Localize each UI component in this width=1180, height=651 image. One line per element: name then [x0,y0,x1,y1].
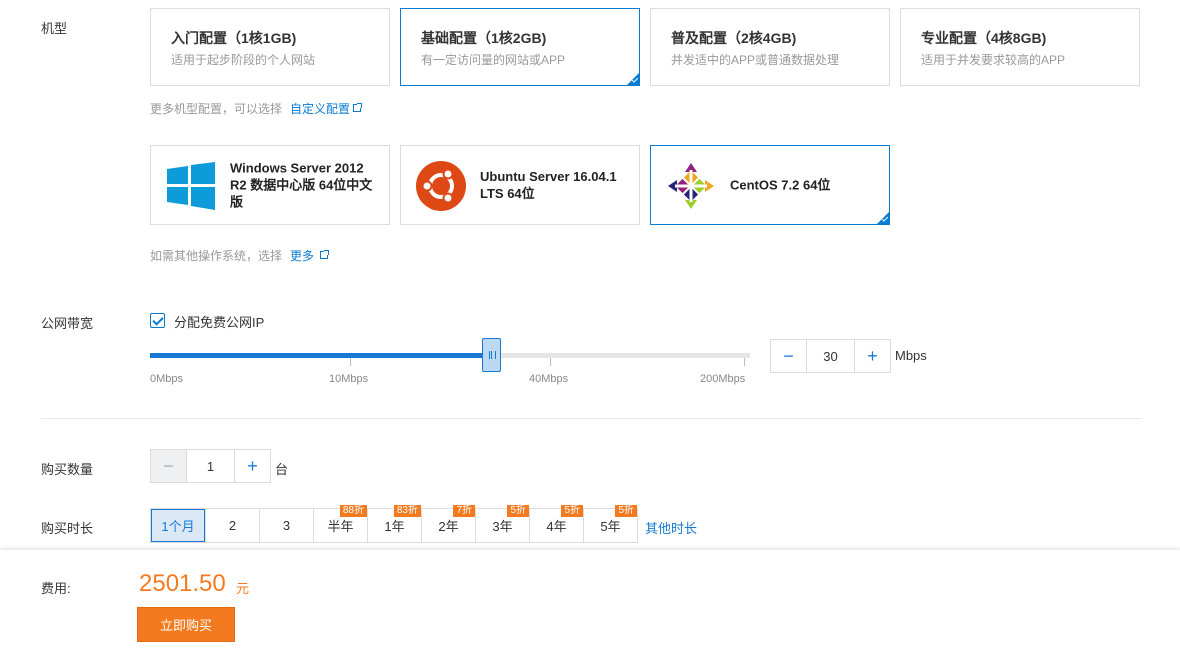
os-hint: 如需其他操作系统，选择 更多 [150,247,330,264]
free-ip-checkbox-label[interactable]: 分配免费公网IP [174,312,264,331]
model-label: 机型 [41,21,68,36]
windows-logo-icon [167,162,215,210]
duration-option-1m[interactable]: 1个月 [151,509,205,542]
price-footer: 费用: 2501.50 元 立即购买 [0,550,1180,651]
bandwidth-stepper: − 30 + [770,339,891,373]
os-hint-text: 如需其他操作系统，选择 [150,249,283,263]
price-value: 2501.50 [139,570,226,597]
external-link-icon [320,250,330,259]
duration-option-2y[interactable]: 2年 7折 [421,505,475,542]
slider-tick-label: 10Mbps [329,373,369,385]
duration-option-2m[interactable]: 2 [205,509,259,542]
free-ip-checkbox[interactable] [150,313,165,328]
bandwidth-slider-handle[interactable] [482,338,501,372]
slider-tick [550,358,551,366]
bandwidth-slider-track[interactable] [150,353,750,358]
more-os-link[interactable]: 更多 [290,249,330,263]
discount-badge: 5折 [507,505,529,517]
ubuntu-logo-icon [416,161,466,211]
slider-tick [350,358,351,366]
spec-title: 基础配置（1核2GB) [421,30,547,46]
os-card-ubuntu[interactable]: Ubuntu Server 16.04.1 LTS 64位 [400,145,640,225]
spec-desc: 并发适中的APP或普通数据处理 [671,53,840,67]
os-name: Windows Server 2012 R2 数据中心版 64位中文版 [230,160,373,210]
spec-title: 专业配置（4核8GB) [921,30,1047,46]
other-duration-link[interactable]: 其他时长 [645,518,697,537]
quantity-value-input[interactable]: 1 [186,450,235,482]
spec-hint-text: 更多机型配置，可以选择 [150,102,283,116]
selected-check-icon [626,72,640,86]
bandwidth-slider-fill [150,353,492,358]
discount-badge: 88折 [339,505,367,517]
fee-label: 费用: [41,581,71,596]
discount-badge: 5折 [561,505,583,517]
selected-check-icon [876,211,890,225]
slider-tick-label: 0Mbps [150,373,184,385]
quantity-stepper: − 1 + [150,449,271,483]
spec-card-entry[interactable]: 入门配置（1核1GB) 适用于起步阶段的个人网站 [150,8,390,86]
quantity-increase-button[interactable]: + [235,450,270,482]
quantity-decrease-button[interactable]: − [151,450,186,482]
quantity-unit: 台 [275,462,289,477]
centos-logo-icon [668,163,714,209]
duration-options: 1个月 2 3 半年 88折 1年 83折 2年 7折 3年 5折 4年 5折 5年 5折 [150,505,638,543]
duration-option-5y[interactable]: 5年 5折 [583,505,637,542]
divider [41,418,1142,419]
duration-option-half-year[interactable]: 半年 88折 [313,505,367,542]
spec-card-pro[interactable]: 专业配置（4核8GB) 适用于并发要求较高的APP [900,8,1140,86]
bandwidth-unit: Mbps [895,348,927,363]
os-name: CentOS 7.2 64位 [730,177,831,193]
os-name: Ubuntu Server 16.04.1 LTS 64位 [480,169,617,201]
spec-title: 普及配置（2核4GB) [671,30,797,46]
slider-tick-label: 40Mbps [529,373,569,385]
bandwidth-label: 公网带宽 [41,316,94,331]
spec-desc: 适用于并发要求较高的APP [921,53,1066,67]
buy-now-button[interactable]: 立即购买 [137,607,235,642]
duration-option-4y[interactable]: 4年 5折 [529,505,583,542]
duration-option-1y[interactable]: 1年 83折 [367,505,421,542]
os-card-windows[interactable]: Windows Server 2012 R2 数据中心版 64位中文版 [150,145,390,225]
external-link-icon [353,103,363,112]
spec-card-basic[interactable]: 基础配置（1核2GB) 有一定访问量的网站或APP [400,8,640,86]
slider-tick [744,358,745,366]
duration-option-3m[interactable]: 3 [259,509,313,542]
spec-hint: 更多机型配置，可以选择 自定义配置 [150,100,363,117]
discount-badge: 5折 [615,505,637,517]
os-card-centos[interactable]: CentOS 7.2 64位 [650,145,890,225]
quantity-label: 购买数量 [41,462,94,477]
spec-desc: 有一定访问量的网站或APP [421,53,566,67]
bandwidth-increase-button[interactable]: + [855,340,890,372]
discount-badge: 83折 [393,505,421,517]
bandwidth-decrease-button[interactable]: − [771,340,806,372]
discount-badge: 7折 [453,505,475,517]
duration-option-3y[interactable]: 3年 5折 [475,505,529,542]
spec-card-popular[interactable]: 普及配置（2核4GB) 并发适中的APP或普通数据处理 [650,8,890,86]
spec-title: 入门配置（1核1GB) [171,30,297,46]
spec-desc: 适用于起步阶段的个人网站 [171,53,316,67]
duration-label: 购买时长 [41,521,94,536]
slider-tick-label: 200Mbps [700,373,746,385]
price-unit: 元 [236,581,250,596]
bandwidth-value-input[interactable]: 30 [806,340,855,372]
custom-config-link[interactable]: 自定义配置 [290,102,363,116]
